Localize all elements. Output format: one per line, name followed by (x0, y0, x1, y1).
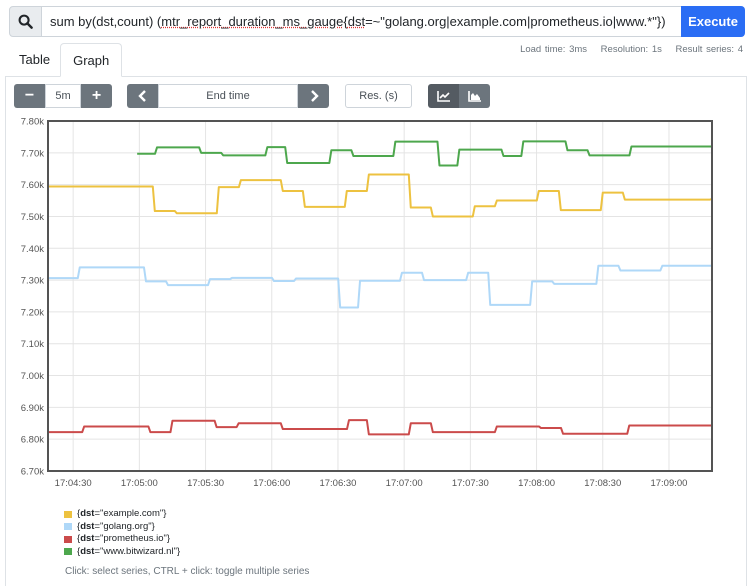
decrease-range-button[interactable]: − (14, 84, 45, 108)
x-tick-label: 17:07:30 (452, 478, 489, 489)
search-icon (18, 14, 33, 29)
legend-label: {dst="example.com"} (77, 508, 167, 519)
x-tick-label: 17:08:00 (518, 478, 555, 489)
legend-swatch (64, 510, 72, 518)
x-tick-label: 17:05:00 (121, 478, 158, 489)
legend-swatch (64, 548, 72, 556)
y-tick-label: 7.60k (21, 180, 44, 191)
x-tick-label: 17:09:00 (650, 478, 687, 489)
y-tick-label: 6.90k (21, 403, 44, 414)
x-tick-label: 17:06:00 (253, 478, 290, 489)
query-stats: Load time: 3ms Resolution: 1s Result ser… (510, 44, 743, 55)
time-series-chart[interactable]: 6.70k 6.80k 6.90k 7.00k 7.10k 7.20k 7.30k 7.40k… (0, 110, 752, 500)
next-time-button[interactable] (298, 84, 329, 108)
tab-graph[interactable]: Graph (60, 43, 123, 77)
chevron-left-icon (137, 90, 146, 102)
y-tick-label: 7.10k (21, 339, 44, 350)
y-tick-label: 7.20k (21, 307, 44, 318)
legend-hint: Click: select series, CTRL + click: togg… (65, 566, 310, 577)
line-chart-icon (436, 91, 450, 102)
legend-item[interactable]: {dst="www.bitwizard.nl"} (64, 546, 180, 559)
legend-label: {dst="www.bitwizard.nl"} (77, 545, 181, 557)
legend-item[interactable]: {dst="golang.org"} (64, 521, 180, 534)
result-series: Result series: 4 (675, 44, 743, 55)
resolution-input[interactable]: Res. (s) (345, 84, 412, 108)
legend-label: {dst="golang.org"} (77, 520, 155, 532)
resolution: Resolution: 1s (600, 44, 662, 55)
x-tick-label: 17:08:30 (584, 478, 621, 489)
y-tick-label: 6.80k (21, 435, 44, 446)
chart-legend: {dst="example.com"} {dst="golang.org"} {ds… (64, 508, 180, 558)
y-tick-label: 7.70k (21, 148, 44, 159)
search-addon (9, 6, 42, 37)
legend-swatch (64, 523, 72, 531)
execute-button[interactable]: Execute (681, 6, 745, 37)
query-bar: sum by(dst,count) (mtr_report_duration_m… (9, 6, 745, 37)
series-line-prometheus-io[interactable] (48, 419, 712, 436)
y-tick-label: 7.40k (21, 244, 44, 255)
y-tick-label: 7.30k (21, 276, 44, 287)
chevron-right-icon (310, 90, 319, 102)
y-tick-label: 7.00k (21, 371, 44, 382)
view-tabs: Table Graph (9, 43, 123, 77)
query-label-name: dst (347, 14, 366, 29)
x-tick-label: 17:04:30 (55, 478, 92, 489)
y-tick-label: 7.80k (21, 117, 44, 128)
previous-time-button[interactable] (127, 84, 158, 108)
series-line-example-com[interactable] (48, 173, 713, 218)
legend-label: {dst="prometheus.io"} (77, 533, 171, 544)
y-tick-label: 6.70k (21, 467, 44, 478)
graph-controls: − 5m + End time Res. (s) (14, 84, 490, 108)
x-tick-label: 17:05:30 (187, 478, 224, 489)
legend-swatch (64, 535, 72, 543)
tab-table[interactable]: Table (9, 43, 60, 77)
series-line-www-bitwizard-nl[interactable] (137, 140, 712, 167)
legend-item[interactable]: {dst="prometheus.io"} (64, 533, 180, 546)
area-chart-button[interactable] (459, 84, 490, 108)
graph-type-toggle (428, 84, 490, 108)
x-tick-label: 17:07:00 (386, 478, 423, 489)
query-matcher: =~"golang.org|example.com|prometheus.io|… (365, 14, 666, 29)
line-chart-button[interactable] (428, 84, 459, 108)
expression-input[interactable]: sum by(dst,count) (mtr_report_duration_m… (42, 6, 681, 37)
query-text-prefix: sum by(dst,count) ( (50, 14, 162, 29)
y-tick-label: 7.50k (21, 212, 44, 223)
load-time: Load time: 3ms (520, 44, 588, 55)
range-input[interactable]: 5m (45, 84, 81, 108)
end-time-input[interactable]: End time (158, 84, 298, 108)
area-chart-icon (467, 91, 481, 102)
x-tick-label: 17:06:30 (319, 478, 356, 489)
legend-item[interactable]: {dst="example.com"} (64, 508, 180, 521)
series-line-golang-org[interactable] (48, 264, 712, 309)
query-metric-name: mtr_report_duration_ms_gauge (161, 14, 344, 29)
increase-range-button[interactable]: + (81, 84, 112, 108)
